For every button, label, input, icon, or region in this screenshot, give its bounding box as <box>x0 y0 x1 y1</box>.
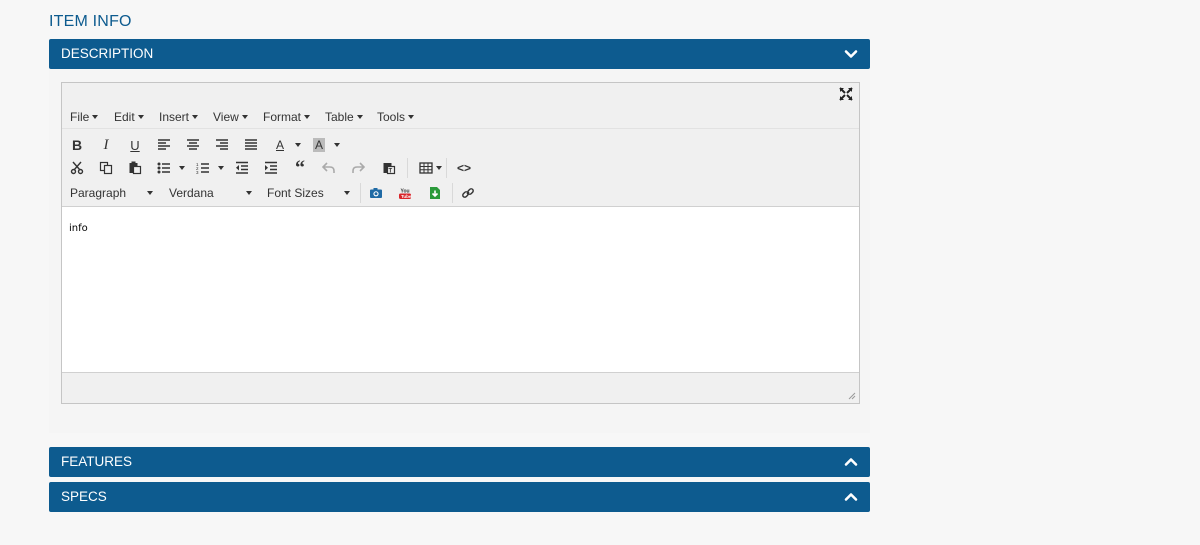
menu-file[interactable]: File <box>70 110 99 124</box>
italic-icon[interactable]: I <box>96 135 116 155</box>
features-panel-header[interactable]: FEATURES <box>49 447 870 477</box>
menu-view[interactable]: View <box>213 110 248 124</box>
svg-text:Tube: Tube <box>401 194 412 199</box>
toolbar-separator <box>446 158 447 178</box>
menu-edit[interactable]: Edit <box>114 110 144 124</box>
align-center-icon[interactable] <box>183 135 203 155</box>
menu-table[interactable]: Table <box>325 110 363 124</box>
background-color-icon[interactable]: A <box>309 135 329 155</box>
text-color-dropdown-icon[interactable] <box>290 135 302 155</box>
cut-icon[interactable] <box>67 158 87 178</box>
fullscreen-icon[interactable] <box>839 87 853 101</box>
page: ITEM INFO DESCRIPTION File Edit Insert V… <box>0 0 1200 545</box>
chevron-up-icon <box>844 493 858 501</box>
blockquote-icon[interactable]: “ <box>290 157 310 179</box>
toolbar-separator <box>452 183 453 203</box>
svg-text:T: T <box>389 169 393 175</box>
outdent-icon[interactable] <box>232 158 252 178</box>
toolbar-separator <box>407 158 408 178</box>
font-size-select[interactable]: Font Sizes <box>259 183 354 203</box>
background-color-dropdown-icon[interactable] <box>329 135 341 155</box>
copy-icon[interactable] <box>96 158 116 178</box>
editor-content-text: info <box>69 223 88 234</box>
underline-icon[interactable]: U <box>125 135 145 155</box>
youtube-icon[interactable]: You Tube <box>395 183 415 203</box>
toolbar-separator <box>360 183 361 203</box>
bullet-list-icon[interactable] <box>154 158 174 178</box>
redo-icon[interactable] <box>348 158 368 178</box>
menu-insert[interactable]: Insert <box>159 110 199 124</box>
resize-handle-icon[interactable] <box>848 392 856 400</box>
link-icon[interactable] <box>458 183 478 203</box>
text-color-icon[interactable]: A <box>270 135 290 155</box>
font-family-select[interactable]: Verdana <box>161 183 256 203</box>
description-panel-header[interactable]: DESCRIPTION <box>49 39 870 69</box>
menu-tools[interactable]: Tools <box>377 110 415 124</box>
description-panel-title: DESCRIPTION <box>61 46 154 61</box>
insert-file-icon[interactable] <box>425 183 445 203</box>
table-dropdown-icon[interactable] <box>432 158 442 178</box>
editor-content-area[interactable]: info <box>62 206 859 373</box>
align-right-icon[interactable] <box>212 135 232 155</box>
specs-panel-title: SPECS <box>61 489 107 504</box>
undo-icon[interactable] <box>319 158 339 178</box>
menu-format[interactable]: Format <box>263 110 311 124</box>
align-left-icon[interactable] <box>154 135 174 155</box>
image-icon[interactable] <box>366 183 386 203</box>
source-code-icon[interactable]: <> <box>454 158 474 178</box>
editor-menubar: File Edit Insert View Format Table Tools <box>62 105 859 129</box>
block-format-select[interactable]: Paragraph <box>62 183 157 203</box>
paste-icon[interactable] <box>125 158 145 178</box>
specs-panel-header[interactable]: SPECS <box>49 482 870 512</box>
bullet-list-dropdown-icon[interactable] <box>174 158 186 178</box>
svg-text:3: 3 <box>196 170 199 175</box>
numbered-list-icon[interactable]: 123 <box>193 158 213 178</box>
align-justify-icon[interactable] <box>241 135 261 155</box>
indent-icon[interactable] <box>261 158 281 178</box>
paste-text-icon[interactable]: T <box>379 158 399 178</box>
chevron-down-icon <box>844 50 858 58</box>
rich-text-editor: File Edit Insert View Format Table Tools… <box>61 82 860 404</box>
page-title: ITEM INFO <box>49 13 132 30</box>
bold-icon[interactable]: B <box>67 135 87 155</box>
chevron-up-icon <box>844 458 858 466</box>
features-panel-title: FEATURES <box>61 454 133 469</box>
numbered-list-dropdown-icon[interactable] <box>213 158 225 178</box>
